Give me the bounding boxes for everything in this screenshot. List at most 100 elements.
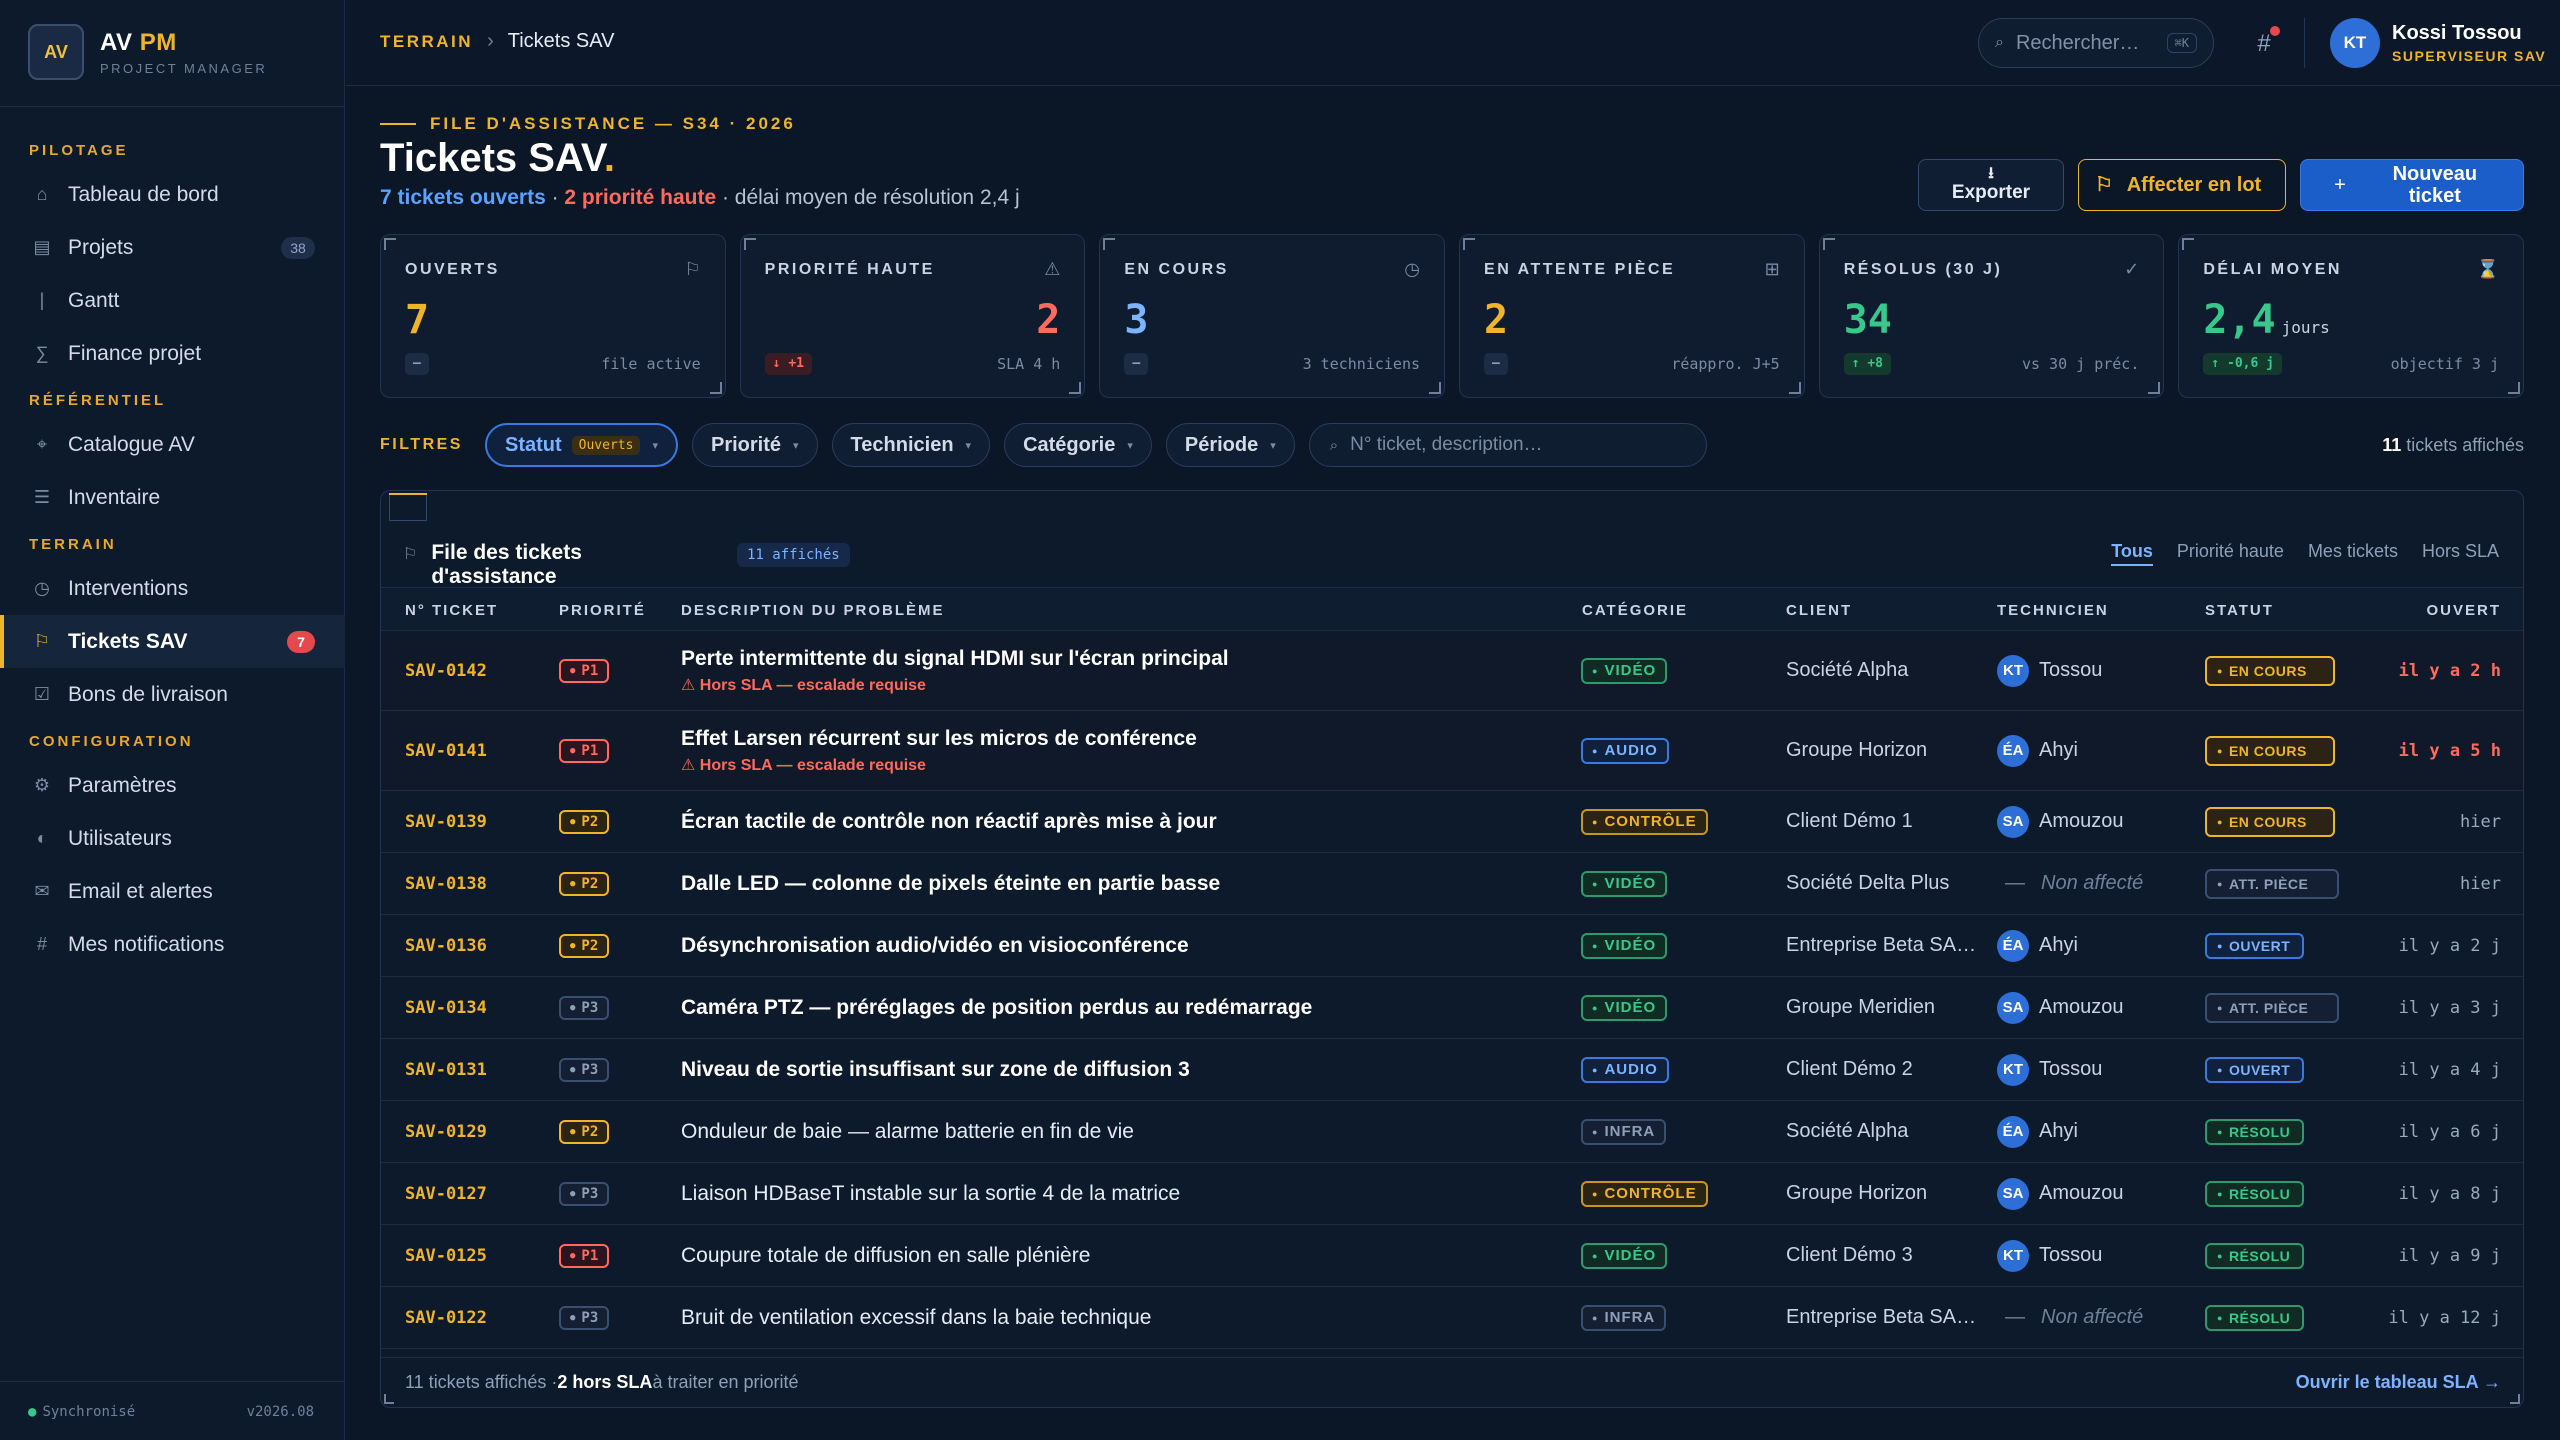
ticket-description[interactable]: Dalle LED — colonne de pixels éteinte en…: [681, 872, 1220, 896]
table-row[interactable]: SAV-0125 P1 Coupure totale de diffusion en…: [381, 1225, 2523, 1287]
ticket-search-input[interactable]: ⌕ N° ticket, description…: [1308, 423, 1707, 467]
table-row[interactable]: SAV-0131 P3 Niveau de sortie insuffisant s…: [381, 1039, 2523, 1101]
filter-technicien[interactable]: Technicien ▾: [831, 423, 991, 467]
status-badge[interactable]: EN COURS: [2205, 735, 2335, 766]
kpi-card-priorite-haute[interactable]: PRIORITÉ HAUTE ⚠ 2 ↓ +1 SLA 4 h: [739, 234, 1086, 398]
sidebar-item-email-et-alertes[interactable]: ✉ Email et alertes: [0, 865, 345, 918]
ticket-id[interactable]: SAV-0139: [405, 791, 487, 852]
ticket-id[interactable]: SAV-0136: [405, 915, 487, 976]
ticket-description[interactable]: Caméra PTZ — préréglages de position per…: [681, 996, 1312, 1020]
ticket-description[interactable]: Niveau de sortie insuffisant sur zone de…: [681, 1058, 1190, 1082]
technician-cell[interactable]: ÉA Ahyi: [1997, 915, 2078, 976]
table-row[interactable]: SAV-0127 P3 Liaison HDBaseT instable sur l…: [381, 1163, 2523, 1225]
bulk-assign-button[interactable]: ⚐ Affecter en lot: [2078, 159, 2286, 211]
col-opened[interactable]: OUVERT: [2426, 602, 2501, 619]
tab-hors-sla[interactable]: Hors SLA: [2422, 541, 2499, 566]
table-row[interactable]: SAV-0136 P2 Désynchronisation audio/vidéo …: [381, 915, 2523, 977]
col-status[interactable]: STATUT: [2205, 602, 2274, 619]
status-badge[interactable]: EN COURS: [2205, 655, 2335, 686]
col-priority[interactable]: PRIORITÉ: [559, 602, 646, 619]
table-row[interactable]: SAV-0122 P3 Bruit de ventilation excessif …: [381, 1287, 2523, 1349]
kpi-card-delai-moyen[interactable]: DÉLAI MOYEN ⌛ 2,4 jours ↑ -0,6 j objectif 3 j: [2178, 234, 2525, 398]
new-ticket-button[interactable]: + Nouveau ticket: [2300, 159, 2524, 211]
status-badge[interactable]: RÉSOLU: [2205, 1118, 2305, 1145]
sidebar-item-inventaire[interactable]: ☰ Inventaire: [0, 471, 345, 524]
global-search-input[interactable]: ⌕ Rechercher… ⌘K: [1978, 18, 2214, 68]
technician-cell[interactable]: SA Amouzou: [1997, 791, 2124, 852]
filter-periode[interactable]: Période ▾: [1165, 423, 1295, 467]
kpi-card-en-attente-piece[interactable]: EN ATTENTE PIÈCE ⊞ 2 – réappro. J+5: [1459, 234, 1805, 398]
ticket-description[interactable]: Écran tactile de contrôle non réactif ap…: [681, 810, 1217, 834]
ticket-description[interactable]: Perte intermittente du signal HDMI sur l…: [681, 647, 1229, 671]
table-row[interactable]: SAV-0134 P3 Caméra PTZ — préréglages de po…: [381, 977, 2523, 1039]
status-badge[interactable]: RÉSOLU: [2205, 1304, 2305, 1331]
col-ticket-number[interactable]: N° TICKET: [405, 602, 498, 619]
status-badge[interactable]: RÉSOLU: [2205, 1180, 2305, 1207]
technician-cell[interactable]: — Non affecté: [1997, 1287, 2143, 1348]
high-priority-count[interactable]: 2 priorité haute: [564, 186, 716, 209]
table-row[interactable]: SAV-0141 P1 Effet Larsen récurrent sur les…: [381, 711, 2523, 791]
technician-cell[interactable]: KT Tossou: [1997, 1039, 2102, 1100]
ticket-id[interactable]: SAV-0129: [405, 1101, 487, 1162]
sidebar-item-mes-notifications[interactable]: # Mes notifications: [0, 918, 345, 971]
open-tickets-count[interactable]: 7 tickets ouverts: [380, 186, 546, 209]
ticket-description[interactable]: Onduleur de baie — alarme batterie en fi…: [681, 1120, 1134, 1144]
ticket-id[interactable]: SAV-0138: [405, 853, 487, 914]
table-row[interactable]: SAV-0139 P2 Écran tactile de contrôle non …: [381, 791, 2523, 853]
ticket-description[interactable]: Effet Larsen récurrent sur les micros de…: [681, 727, 1197, 751]
ticket-description[interactable]: Bruit de ventilation excessif dans la ba…: [681, 1306, 1151, 1330]
sidebar-item-catalogue-av[interactable]: ⌖ Catalogue AV: [0, 418, 345, 471]
breadcrumb-root[interactable]: TERRAIN: [380, 32, 473, 52]
ticket-id[interactable]: SAV-0134: [405, 977, 487, 1038]
ticket-id[interactable]: SAV-0122: [405, 1287, 487, 1348]
brand[interactable]: AV AV PM PROJECT MANAGER: [28, 24, 267, 80]
tab-tous[interactable]: Tous: [2111, 541, 2153, 566]
tab-priorite-haute[interactable]: Priorité haute: [2177, 541, 2284, 566]
sidebar-item-finance-projet[interactable]: ∑ Finance projet: [0, 327, 345, 380]
col-technician[interactable]: TECHNICIEN: [1997, 602, 2109, 619]
user-menu[interactable]: KT Kossi Tossou SUPERVISEUR SAV: [2304, 18, 2546, 68]
technician-cell[interactable]: SA Amouzou: [1997, 977, 2124, 1038]
sidebar-item-parametres[interactable]: ⚙ Paramètres: [0, 759, 345, 812]
ticket-description[interactable]: Coupure totale de diffusion en salle plé…: [681, 1244, 1090, 1268]
status-badge[interactable]: ATT. PIÈCE: [2205, 868, 2339, 899]
filter-priorite[interactable]: Priorité ▾: [691, 423, 818, 467]
sidebar-item-bons-de-livraison[interactable]: ☑ Bons de livraison: [0, 668, 345, 721]
kpi-card-ouverts[interactable]: OUVERTS ⚐ 7 – file active: [380, 234, 726, 398]
ticket-id[interactable]: SAV-0142: [405, 631, 487, 710]
sidebar-item-utilisateurs[interactable]: ◐ Utilisateurs: [0, 812, 345, 865]
filter-categorie[interactable]: Catégorie ▾: [1004, 423, 1152, 467]
table-row[interactable]: SAV-0129 P2 Onduleur de baie — alarme batt…: [381, 1101, 2523, 1163]
sidebar-item-tableau-de-bord[interactable]: ⌂ Tableau de bord: [0, 168, 345, 221]
sidebar-item-projets[interactable]: ▤ Projets 38: [0, 221, 345, 274]
filter-status[interactable]: Statut Ouverts ▾: [484, 423, 678, 467]
status-badge[interactable]: OUVERT: [2205, 932, 2305, 959]
sidebar-item-interventions[interactable]: ◷ Interventions: [0, 562, 345, 615]
sla-board-link[interactable]: Ouvrir le tableau SLA →: [2296, 1372, 2501, 1393]
status-badge[interactable]: OUVERT: [2205, 1056, 2305, 1083]
notifications-button[interactable]: #: [2244, 24, 2284, 64]
technician-cell[interactable]: ÉA Ahyi: [1997, 711, 2078, 790]
technician-cell[interactable]: KT Tossou: [1997, 1225, 2102, 1286]
export-button[interactable]: ⭳ Exporter: [1918, 159, 2064, 211]
technician-cell[interactable]: — Non affecté: [1997, 853, 2143, 914]
ticket-description[interactable]: Désynchronisation audio/vidéo en visioco…: [681, 934, 1189, 958]
kpi-card-en-cours[interactable]: EN COURS ◷ 3 – 3 techniciens: [1099, 234, 1446, 398]
ticket-id[interactable]: SAV-0141: [405, 711, 487, 790]
sidebar-item-gantt[interactable]: | Gantt: [0, 274, 345, 327]
table-row[interactable]: SAV-0142 P1 Perte intermittente du signal …: [381, 631, 2523, 711]
technician-cell[interactable]: KT Tossou: [1997, 631, 2102, 710]
col-client[interactable]: CLIENT: [1786, 602, 1852, 619]
ticket-id[interactable]: SAV-0131: [405, 1039, 487, 1100]
technician-cell[interactable]: ÉA Ahyi: [1997, 1101, 2078, 1162]
ticket-id[interactable]: SAV-0127: [405, 1163, 487, 1224]
status-badge[interactable]: EN COURS: [2205, 806, 2335, 837]
table-row[interactable]: SAV-0138 P2 Dalle LED — colonne de pixels …: [381, 853, 2523, 915]
ticket-id[interactable]: SAV-0125: [405, 1225, 487, 1286]
status-badge[interactable]: ATT. PIÈCE: [2205, 992, 2339, 1023]
status-badge[interactable]: RÉSOLU: [2205, 1242, 2305, 1269]
col-category[interactable]: CATÉGORIE: [1582, 602, 1688, 619]
tab-mes-tickets[interactable]: Mes tickets: [2308, 541, 2398, 566]
ticket-description[interactable]: Liaison HDBaseT instable sur la sortie 4…: [681, 1182, 1180, 1206]
sidebar-item-tickets-sav[interactable]: ⚐ Tickets SAV 7: [0, 615, 345, 668]
